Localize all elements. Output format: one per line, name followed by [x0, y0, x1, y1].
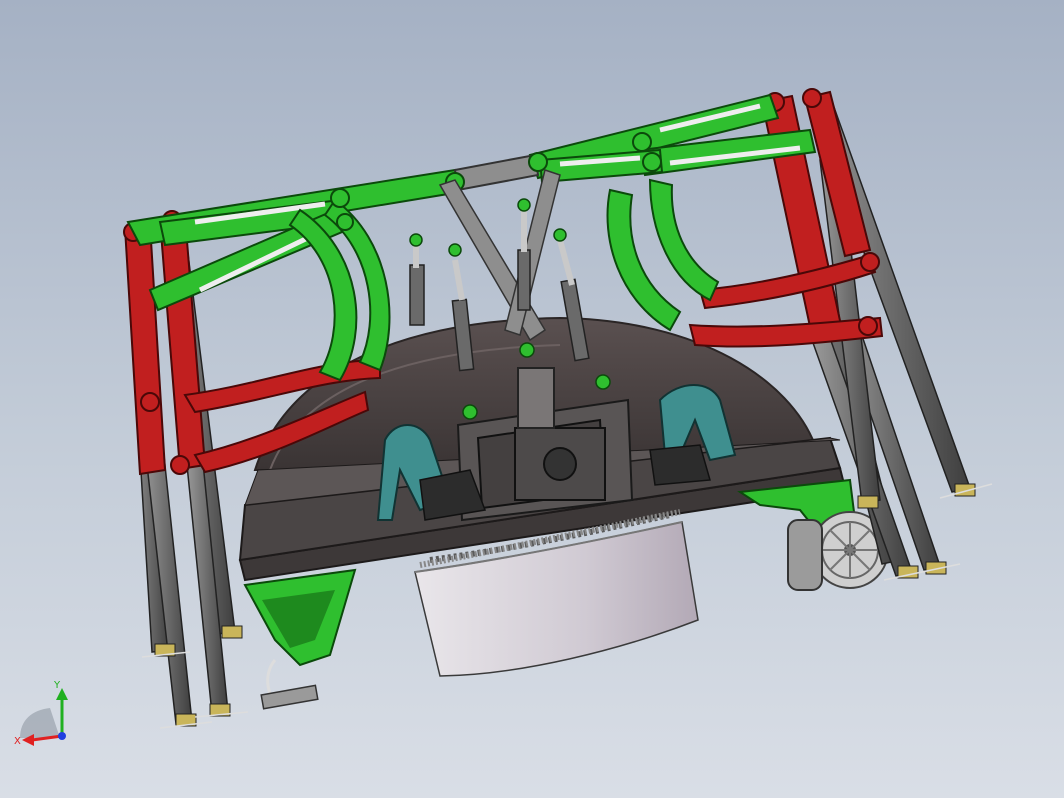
x-axis-label: X	[14, 736, 21, 746]
coordinate-triad: Y X	[14, 680, 68, 746]
z-axis-dot	[58, 732, 66, 740]
graphics-viewport[interactable]: Y X	[0, 0, 1064, 798]
left-front-bracket	[243, 568, 357, 710]
y-axis-label: Y	[53, 680, 61, 691]
cad-model[interactable]	[0, 0, 1064, 798]
